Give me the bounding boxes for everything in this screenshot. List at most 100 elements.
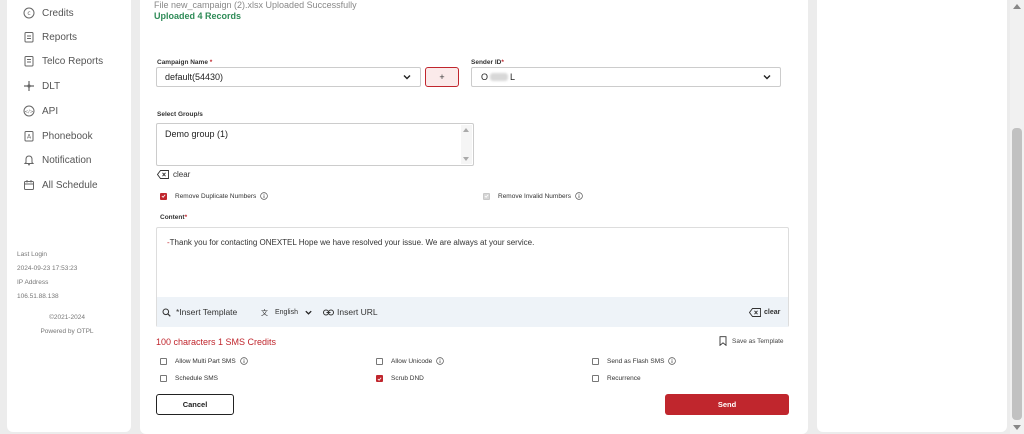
unicode-checkbox[interactable]	[376, 357, 383, 365]
recurrence-checkbox[interactable]	[592, 375, 599, 382]
content-label: Content*	[160, 214, 188, 221]
campaign-name-select[interactable]: default(54430)	[156, 67, 421, 87]
upload-file-message: File new_campaign (2).xlsx Uploaded Succ…	[154, 0, 357, 10]
flash-sms-checkbox[interactable]	[592, 357, 599, 365]
send-button[interactable]: Send	[665, 394, 789, 415]
sidebar-item-telco-reports[interactable]: Telco Reports	[23, 53, 103, 69]
multi-part-option: Allow Multi Part SMS	[160, 357, 248, 365]
phonebook-icon: A	[23, 130, 35, 142]
scrollbar-thumb[interactable]	[1012, 128, 1022, 420]
copyright: ©2021-2024	[49, 314, 85, 321]
sender-id-value: O L	[480, 72, 515, 82]
info-icon[interactable]	[436, 357, 444, 365]
sidebar-item-label: API	[42, 105, 59, 117]
svg-text:</>: </>	[24, 109, 33, 115]
add-campaign-button[interactable]: +	[425, 67, 459, 87]
svg-text:c: c	[27, 10, 30, 17]
svg-text:文: 文	[261, 308, 268, 317]
link-icon	[323, 309, 334, 315]
sidebar-item-all-schedule[interactable]: All Schedule	[23, 177, 98, 193]
save-as-template-button[interactable]: Save as Template	[719, 336, 784, 346]
sender-id-value-start: O	[481, 72, 489, 82]
insert-template-button[interactable]: *Insert Template	[176, 307, 237, 317]
svg-text:A: A	[27, 134, 32, 141]
sidebar-item-api[interactable]: </> API	[23, 103, 58, 119]
upload-records-message: Uploaded 4 Records	[154, 11, 242, 21]
insert-template-label: *Insert Template	[176, 307, 238, 317]
sidebar-item-phonebook[interactable]: A Phonebook	[23, 128, 93, 144]
campaign-name-label: Campaign Name *	[157, 59, 213, 66]
recurrence-option: Recurrence	[592, 375, 641, 382]
chevron-down-icon	[403, 75, 411, 80]
multi-part-label: Allow Multi Part SMS	[175, 357, 236, 365]
content-textarea[interactable]: -Thank you for contacting ONEXTEL Hope w…	[167, 238, 534, 247]
language-select[interactable]: 文 English	[261, 308, 313, 317]
info-icon[interactable]	[239, 357, 248, 365]
content-editor: -Thank you for contacting ONEXTEL Hope w…	[156, 227, 789, 327]
last-login-value: 2024-09-23 17:53:23	[17, 265, 78, 272]
powered-by: Powered by OTPL	[40, 328, 94, 335]
sidebar-item-reports[interactable]: Reports	[23, 29, 77, 45]
sidebar-item-label: Notification	[42, 154, 92, 166]
cancel-button[interactable]: Cancel	[156, 394, 234, 415]
sender-id-select[interactable]: O L	[471, 67, 781, 87]
remove-invalid-option: Remove Invalid Numbers	[483, 192, 583, 200]
insert-url-button[interactable]: Insert URL	[323, 307, 378, 317]
info-icon[interactable]	[260, 192, 269, 200]
content-toolbar: *Insert Template 文 English Insert URL cl…	[157, 297, 788, 327]
scroll-down-arrow-icon[interactable]	[1013, 425, 1021, 430]
sidebar-item-dlt[interactable]: DLT	[23, 78, 60, 94]
redacted-blur	[490, 73, 509, 81]
group-listbox[interactable]: Demo group (1)	[156, 123, 474, 166]
clear-label: clear	[173, 170, 191, 179]
clear-content-button[interactable]: clear	[749, 307, 781, 317]
save-as-template-label: Save as Template	[732, 337, 784, 345]
multi-part-checkbox[interactable]	[160, 357, 167, 365]
info-icon[interactable]	[668, 357, 677, 365]
remove-duplicates-checkbox[interactable]	[160, 192, 167, 200]
sidebar-item-notification[interactable]: Notification	[23, 152, 91, 168]
credits-icon: c	[23, 7, 35, 19]
remove-invalid-checkbox[interactable]	[483, 192, 490, 200]
group-option[interactable]: Demo group (1)	[165, 129, 228, 139]
search-icon[interactable]	[162, 308, 171, 317]
schedule-sms-option: Schedule SMS	[160, 375, 218, 382]
backspace-icon	[157, 170, 169, 179]
calendar-icon	[23, 179, 35, 191]
remove-duplicates-label: Remove Duplicate Numbers	[175, 192, 257, 200]
sidebar-item-label: DLT	[42, 80, 61, 92]
last-login-label: Last Login	[17, 251, 47, 258]
character-count: 100 characters 1 SMS Credits	[156, 337, 277, 347]
translate-icon: 文	[261, 308, 268, 317]
scrub-dnd-checkbox[interactable]	[376, 375, 383, 382]
telco-reports-icon	[23, 55, 35, 67]
bookmark-icon	[719, 336, 727, 346]
scroll-up-arrow-icon[interactable]	[1013, 4, 1021, 9]
sidebar-item-label: Reports	[42, 31, 78, 43]
schedule-sms-label: Schedule SMS	[175, 375, 218, 382]
ip-address-label: IP Address	[17, 279, 49, 286]
remove-duplicates-option: Remove Duplicate Numbers	[160, 192, 269, 200]
chevron-down-icon	[763, 75, 771, 80]
schedule-sms-checkbox[interactable]	[160, 375, 167, 382]
select-groups-label: Select Group/s	[157, 111, 203, 118]
page-scrollbar[interactable]	[1010, 0, 1024, 434]
chevron-down-icon	[305, 310, 312, 315]
clear-content-label: clear	[764, 308, 781, 316]
scrub-dnd-label: Scrub DND	[391, 375, 424, 382]
reports-icon	[23, 31, 35, 43]
clear-groups-button[interactable]: clear	[157, 170, 190, 179]
unicode-label: Allow Unicode	[391, 357, 433, 365]
ip-address-value: 106.51.88.138	[17, 293, 59, 300]
recurrence-label: Recurrence	[607, 375, 641, 382]
flash-sms-option: Send as Flash SMS	[592, 357, 677, 365]
info-icon[interactable]	[575, 192, 583, 200]
group-listbox-scrollbar[interactable]	[461, 125, 472, 164]
content-text: Thank you for contacting ONEXTEL Hope we…	[169, 238, 535, 247]
sidebar-item-label: Credits	[42, 7, 74, 19]
sidebar-item-credits[interactable]: c Credits	[23, 5, 74, 21]
api-icon: </>	[23, 105, 35, 117]
dlt-icon	[23, 80, 35, 92]
scrub-dnd-option: Scrub DND	[376, 375, 424, 382]
campaign-name-value: default(54430)	[165, 72, 224, 82]
